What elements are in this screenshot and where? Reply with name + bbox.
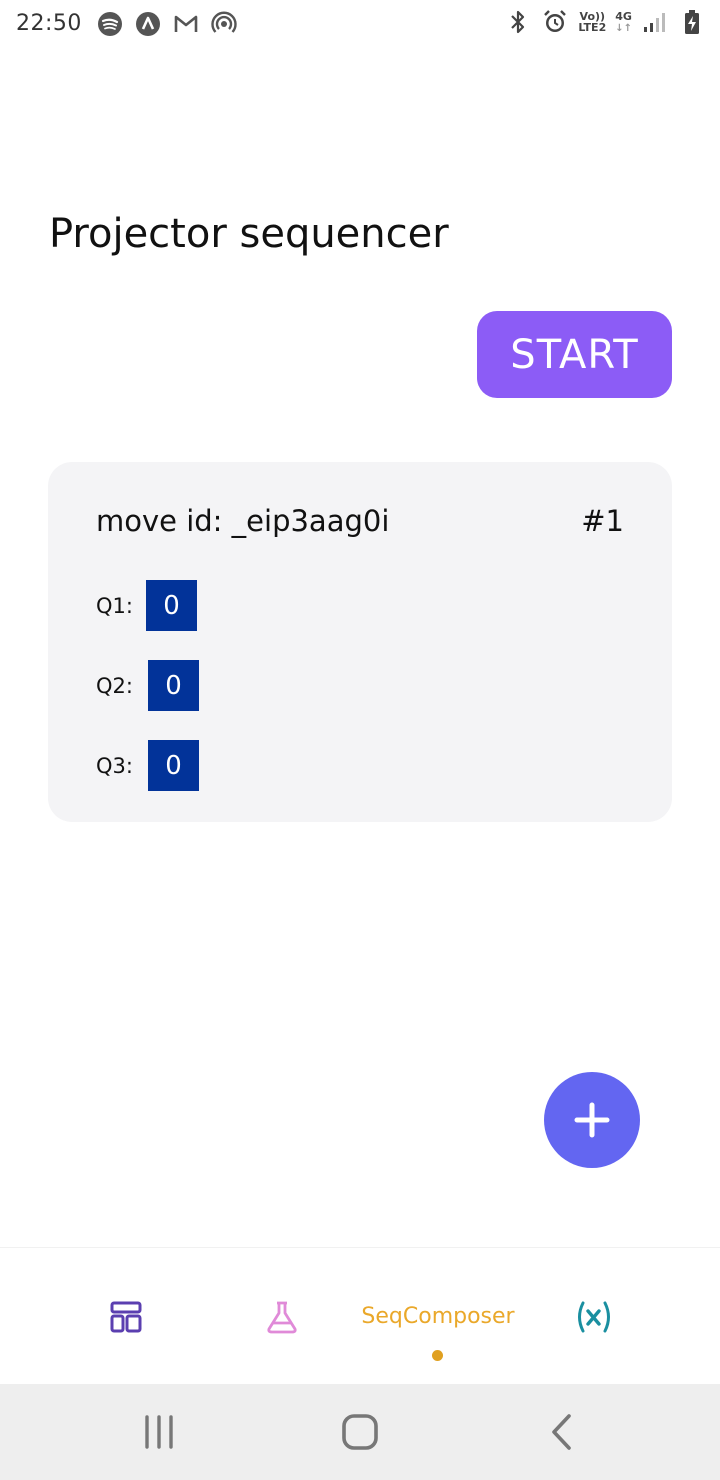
move-id-label: move id: _eip3aag0i — [96, 504, 390, 538]
recent-apps-button[interactable] — [99, 1384, 219, 1480]
back-button[interactable] — [502, 1384, 622, 1480]
variable-x-icon — [578, 1301, 610, 1332]
layout-icon — [110, 1301, 142, 1332]
q3-label: Q3: — [96, 753, 133, 778]
hotspot-icon — [210, 10, 238, 38]
lte-label: LTE2 — [578, 21, 607, 34]
back-icon — [552, 1414, 571, 1450]
active-tab-indicator — [432, 1350, 443, 1361]
move-index-label: #1 — [581, 504, 624, 538]
data-arrows-icon: ↓↑ — [615, 22, 632, 34]
q1-value-input[interactable]: 0 — [145, 580, 197, 631]
plus-icon — [574, 1102, 610, 1138]
bluetooth-icon — [504, 8, 532, 36]
tab-seqcomposer-label: SeqComposer — [361, 1304, 515, 1329]
status-time: 22:50 — [16, 11, 82, 36]
status-bar: 22:50 Vo)) LTE2 4G ↓↑ — [0, 0, 720, 50]
flask-icon — [267, 1301, 297, 1333]
q3-value-input[interactable]: 0 — [147, 740, 199, 791]
network-label: 4G — [615, 9, 632, 23]
tab-layout[interactable] — [66, 1248, 186, 1385]
recent-apps-icon — [145, 1415, 173, 1449]
q3-row: Q3: 0 — [96, 740, 199, 791]
signal-icon — [641, 8, 669, 36]
battery-charging-icon — [678, 8, 706, 36]
home-icon — [342, 1414, 378, 1450]
alarm-icon — [541, 8, 569, 36]
system-nav-bar — [0, 1384, 720, 1480]
tab-seqcomposer[interactable]: SeqComposer — [355, 1248, 521, 1385]
add-move-button[interactable] — [544, 1072, 640, 1168]
spotify-icon — [96, 10, 124, 38]
start-button[interactable]: START — [477, 311, 672, 398]
page-title: Projector sequencer — [49, 211, 449, 257]
gmail-icon — [172, 10, 200, 38]
q1-label: Q1: — [96, 593, 133, 618]
bottom-tab-bar: SeqComposer — [0, 1247, 720, 1385]
home-button[interactable] — [300, 1384, 420, 1480]
q2-value-input[interactable]: 0 — [147, 660, 199, 711]
tab-variables[interactable] — [534, 1248, 654, 1385]
tab-flask[interactable] — [222, 1248, 342, 1385]
q1-row: Q1: 0 — [96, 580, 197, 631]
q2-label: Q2: — [96, 673, 133, 698]
q2-row: Q2: 0 — [96, 660, 199, 711]
move-card: move id: _eip3aag0i #1 Q1: 0 Q2: 0 Q3: 0 — [48, 462, 672, 822]
arc-icon — [134, 10, 162, 38]
